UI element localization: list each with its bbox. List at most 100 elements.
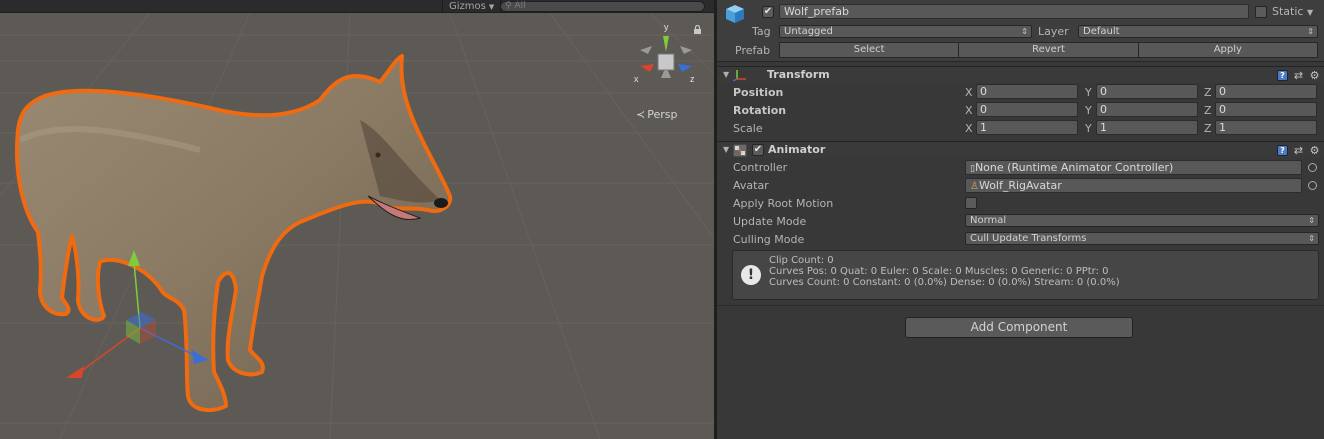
separator bbox=[717, 305, 1324, 306]
lock-icon[interactable] bbox=[693, 25, 702, 34]
tag-dropdown[interactable]: Untagged ⇕ bbox=[779, 25, 1032, 38]
component-icons: ? ⇄ ⚙ bbox=[1277, 68, 1320, 82]
update-mode-dropdown[interactable]: Normal ⇕ bbox=[965, 214, 1319, 227]
transform-header[interactable]: ▼ Transform ? ⇄ ⚙ bbox=[717, 66, 1324, 83]
object-picker-icon[interactable] bbox=[1308, 181, 1317, 190]
rotation-label: Rotation bbox=[733, 104, 787, 117]
x-axis-handle bbox=[66, 366, 84, 378]
transform-icon bbox=[733, 70, 746, 81]
position-z-axis[interactable]: Z bbox=[1204, 86, 1212, 99]
root-motion-label: Apply Root Motion bbox=[733, 197, 834, 210]
layer-value: Default bbox=[1083, 26, 1120, 37]
culling-mode-label: Culling Mode bbox=[733, 233, 805, 246]
scale-z-field[interactable]: 1 bbox=[1215, 120, 1317, 135]
y-axis-handle bbox=[128, 250, 140, 266]
update-mode-value: Normal bbox=[970, 215, 1007, 226]
static-checkbox[interactable] bbox=[1255, 6, 1267, 18]
scale-x-field[interactable]: 1 bbox=[976, 120, 1078, 135]
transform-title: Transform bbox=[767, 68, 830, 81]
object-picker-icon[interactable] bbox=[1308, 163, 1317, 172]
root-motion-checkbox[interactable] bbox=[965, 197, 977, 209]
layer-label: Layer bbox=[1038, 25, 1069, 38]
position-label: Position bbox=[733, 86, 784, 99]
controller-value: None (Runtime Animator Controller) bbox=[974, 161, 1174, 174]
prefab-label: Prefab bbox=[735, 44, 771, 57]
z-axis-handle bbox=[192, 350, 208, 364]
active-checkbox[interactable]: ✔ bbox=[762, 6, 774, 18]
animator-header[interactable]: ▼ ✔ Animator ? ⇄ ⚙ bbox=[717, 141, 1324, 158]
dropdown-arrows-icon: ⇕ bbox=[1308, 234, 1315, 243]
update-mode-label: Update Mode bbox=[733, 215, 807, 228]
dropdown-arrows-icon: ⇕ bbox=[1308, 216, 1315, 225]
info-line: Curves Pos: 0 Quat: 0 Euler: 0 Scale: 0 … bbox=[769, 266, 1109, 277]
scene-view[interactable]: Gizmos ▼ ⚲ All y x z ≺ Persp bbox=[0, 0, 714, 439]
avatar-icon: ♙ bbox=[970, 181, 979, 192]
static-label: Static bbox=[1272, 5, 1304, 18]
object-name-field[interactable]: Wolf_prefab bbox=[779, 4, 1249, 19]
dropdown-arrows-icon: ⇕ bbox=[1021, 27, 1028, 36]
inspector-panel: ✔ Wolf_prefab Static ▼ Tag Untagged ⇕ Lay… bbox=[717, 0, 1324, 439]
orientation-gizmo[interactable]: y x z bbox=[626, 22, 706, 102]
gear-icon[interactable]: ⚙ bbox=[1309, 145, 1320, 156]
animator-title: Animator bbox=[768, 143, 826, 156]
axis-x-label: x bbox=[634, 74, 639, 84]
gear-icon[interactable]: ⚙ bbox=[1309, 70, 1320, 81]
rotation-y-axis[interactable]: Y bbox=[1085, 104, 1092, 117]
add-component-button[interactable]: Add Component bbox=[905, 317, 1133, 338]
culling-mode-dropdown[interactable]: Cull Update Transforms ⇕ bbox=[965, 232, 1319, 245]
controller-field[interactable]: ▯None (Runtime Animator Controller) bbox=[965, 160, 1302, 175]
position-x-axis[interactable]: X bbox=[965, 86, 973, 99]
help-icon[interactable]: ? bbox=[1277, 144, 1288, 156]
inspector-header: ✔ Wolf_prefab Static ▼ Tag Untagged ⇕ Lay… bbox=[717, 0, 1324, 62]
info-line: Curves Count: 0 Constant: 0 (0.0%) Dense… bbox=[769, 277, 1120, 288]
culling-mode-value: Cull Update Transforms bbox=[970, 233, 1087, 244]
persp-label: Persp bbox=[647, 108, 678, 121]
position-y-axis[interactable]: Y bbox=[1085, 86, 1092, 99]
axis-y-label: y bbox=[664, 22, 669, 32]
animator-enabled-checkbox[interactable]: ✔ bbox=[752, 144, 764, 156]
info-text: Clip Count: 0 Curves Pos: 0 Quat: 0 Eule… bbox=[769, 255, 1120, 288]
help-icon[interactable]: ? bbox=[1277, 69, 1288, 81]
scale-label: Scale bbox=[733, 122, 763, 135]
prefab-buttons: Select Revert Apply bbox=[779, 42, 1318, 58]
tag-label: Tag bbox=[752, 25, 771, 38]
rotation-x-field[interactable]: 0 bbox=[976, 102, 1078, 117]
scale-z-axis[interactable]: Z bbox=[1204, 122, 1212, 135]
perspective-icon: ≺ bbox=[636, 108, 646, 121]
controller-label: Controller bbox=[733, 161, 788, 174]
scale-x-axis[interactable]: X bbox=[965, 122, 973, 135]
avatar-value: Wolf_RigAvatar bbox=[978, 179, 1062, 192]
prefab-apply-button[interactable]: Apply bbox=[1138, 42, 1318, 58]
rotation-y-field[interactable]: 0 bbox=[1096, 102, 1198, 117]
animator-icon bbox=[733, 144, 747, 157]
avatar-field[interactable]: ♙Wolf_RigAvatar bbox=[965, 178, 1302, 193]
rotation-x-axis[interactable]: X bbox=[965, 104, 973, 117]
info-icon: ! bbox=[741, 265, 761, 285]
preset-icon[interactable]: ⇄ bbox=[1293, 145, 1304, 156]
component-icons: ? ⇄ ⚙ bbox=[1277, 143, 1320, 157]
chevron-down-icon: ▼ bbox=[1306, 8, 1314, 17]
tag-value: Untagged bbox=[784, 26, 833, 37]
foldout-icon[interactable]: ▼ bbox=[723, 145, 729, 154]
move-gizmo[interactable] bbox=[0, 0, 714, 439]
position-x-field[interactable]: 0 bbox=[976, 84, 1078, 99]
scale-y-axis[interactable]: Y bbox=[1085, 122, 1092, 135]
info-line: Clip Count: 0 bbox=[769, 255, 834, 266]
axis-z-label: z bbox=[690, 74, 695, 84]
avatar-label: Avatar bbox=[733, 179, 769, 192]
dropdown-arrows-icon: ⇕ bbox=[1307, 27, 1314, 36]
prefab-cube-icon bbox=[726, 5, 744, 23]
position-z-field[interactable]: 0 bbox=[1215, 84, 1317, 99]
scale-y-field[interactable]: 1 bbox=[1096, 120, 1198, 135]
position-y-field[interactable]: 0 bbox=[1096, 84, 1198, 99]
rotation-z-axis[interactable]: Z bbox=[1204, 104, 1212, 117]
foldout-icon[interactable]: ▼ bbox=[723, 70, 729, 79]
preset-icon[interactable]: ⇄ bbox=[1293, 70, 1304, 81]
rotation-z-field[interactable]: 0 bbox=[1215, 102, 1317, 117]
prefab-revert-button[interactable]: Revert bbox=[959, 42, 1139, 58]
prefab-select-button[interactable]: Select bbox=[779, 42, 960, 58]
static-dropdown[interactable]: Static ▼ bbox=[1272, 5, 1313, 18]
animator-info-box: ! Clip Count: 0 Curves Pos: 0 Quat: 0 Eu… bbox=[732, 250, 1319, 300]
layer-dropdown[interactable]: Default ⇕ bbox=[1078, 25, 1318, 38]
persp-toggle[interactable]: ≺ Persp bbox=[636, 108, 677, 121]
